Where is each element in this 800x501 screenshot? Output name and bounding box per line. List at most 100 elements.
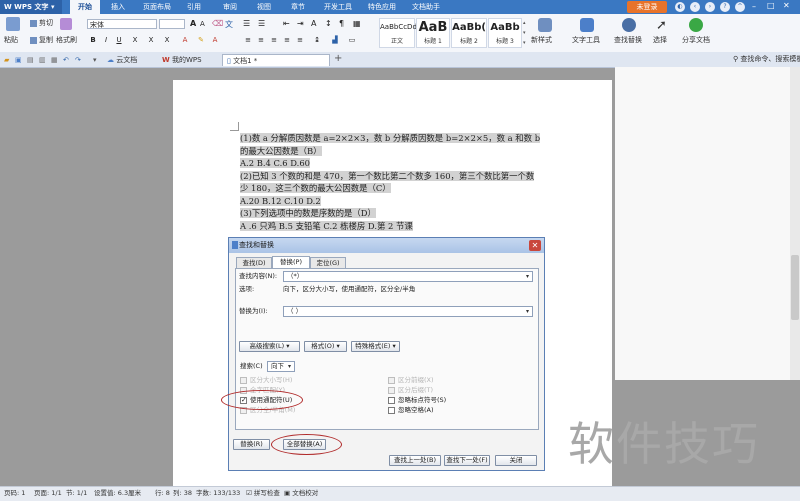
forward-icon[interactable]: ›: [705, 2, 715, 12]
advanced-search-button[interactable]: 高级搜索(L) ▾: [239, 341, 300, 352]
help-icon[interactable]: ?: [720, 2, 730, 12]
style-heading-3[interactable]: AaBb 标题 3: [488, 18, 522, 48]
style-heading-2[interactable]: AaBb(标题 2: [451, 18, 487, 48]
collapse-icon[interactable]: ^: [735, 2, 745, 12]
cut-button[interactable]: 剪切: [30, 18, 53, 28]
tab-cloud-docs[interactable]: ☁ 云文档: [103, 54, 153, 66]
style-heading-1[interactable]: AaB 标题 1: [416, 18, 450, 48]
save-icon[interactable]: ▣: [15, 56, 22, 64]
justify-icon[interactable]: ≡: [282, 35, 292, 45]
font-size-select[interactable]: [159, 19, 185, 29]
format-button[interactable]: 格式(O) ▾: [304, 341, 347, 352]
copy-button[interactable]: 复制: [30, 35, 53, 45]
share-doc-button[interactable]: 分享文档: [682, 35, 710, 45]
strikethrough-button[interactable]: X: [130, 35, 140, 45]
format-painter-icon[interactable]: [60, 18, 72, 30]
back-icon[interactable]: ‹: [690, 2, 700, 12]
login-button[interactable]: 未登录: [627, 1, 667, 13]
special-format-button[interactable]: 特殊格式(E) ▾: [351, 341, 400, 352]
ignore-space-checkbox[interactable]: [388, 407, 395, 414]
font-name-select[interactable]: 宋体: [87, 19, 157, 29]
new-style-icon[interactable]: [538, 18, 552, 32]
tab-review[interactable]: 审阅: [216, 0, 244, 14]
cursor-select-icon[interactable]: ➚: [656, 18, 667, 33]
tab-doc-assistant[interactable]: 文档助手: [406, 0, 446, 14]
tab-page-layout[interactable]: 页面布局: [138, 0, 176, 14]
tab-find[interactable]: 查找(D): [236, 257, 272, 268]
align-center-icon[interactable]: ≡: [256, 35, 266, 45]
paste-icon[interactable]: [6, 17, 20, 31]
style-scroll-icon[interactable]: ▴ ▾ ▾: [523, 18, 528, 48]
shading-icon[interactable]: ▟: [330, 35, 340, 45]
ignore-punct-checkbox[interactable]: [388, 397, 395, 404]
share-icon[interactable]: [689, 18, 703, 32]
match-prefix-checkbox[interactable]: [388, 377, 395, 384]
bullets-icon[interactable]: ☰: [243, 19, 250, 28]
tab-goto[interactable]: 定位(G): [310, 257, 346, 268]
text-effect-button[interactable]: A: [210, 35, 220, 45]
new-style-button[interactable]: 新样式: [531, 35, 552, 45]
doc-line[interactable]: (3)下列选项中的数是序数的是（D）: [240, 207, 376, 220]
vertical-scrollbar[interactable]: [790, 67, 800, 380]
align-left-icon[interactable]: ≡: [243, 35, 253, 45]
match-case-checkbox[interactable]: [240, 377, 247, 384]
tab-developer[interactable]: 开发工具: [320, 0, 356, 14]
tab-home[interactable]: 开始: [70, 0, 100, 14]
replace-input[interactable]: （ ） ▾: [283, 306, 533, 317]
scrollbar-thumb[interactable]: [791, 255, 799, 320]
replace-button[interactable]: 替换(R): [233, 439, 270, 450]
tab-insert[interactable]: 插入: [104, 0, 132, 14]
tab-references[interactable]: 引用: [180, 0, 208, 14]
minimize-icon[interactable]: –: [752, 2, 756, 11]
close-button[interactable]: 关闭: [495, 455, 537, 466]
find-previous-button[interactable]: 查找上一处(B): [389, 455, 441, 466]
border-bottom-icon[interactable]: ▭: [347, 35, 357, 45]
doc-line[interactable]: A.2 B.4 C.6 D.60: [240, 157, 311, 170]
find-input[interactable]: （*） ▾: [283, 271, 533, 282]
doc-line[interactable]: A.20 B.12 C.10 D.2: [240, 195, 321, 208]
text-tools-button[interactable]: 文字工具: [572, 35, 600, 45]
find-next-button[interactable]: 查找下一处(F): [444, 455, 490, 466]
tab-document-1[interactable]: ▯ 文档1 *: [222, 54, 330, 66]
show-marks-icon[interactable]: ¶: [339, 19, 344, 28]
spell-check-button[interactable]: ☑ 拼写检查: [246, 488, 280, 498]
format-painter-button[interactable]: 格式刷: [56, 35, 77, 45]
tab-my-wps[interactable]: W 我的WPS: [158, 54, 218, 66]
match-suffix-checkbox[interactable]: [388, 387, 395, 394]
export-pdf-icon[interactable]: ▦: [51, 56, 58, 64]
find-replace-icon[interactable]: [622, 18, 636, 32]
italic-button[interactable]: I: [101, 35, 111, 45]
pinyin-icon[interactable]: 文: [225, 19, 233, 30]
numbering-icon[interactable]: ☰: [258, 19, 265, 28]
select-button[interactable]: 选择: [653, 35, 667, 45]
doc-line[interactable]: 少 180，这三个数的最大公因数是（C）: [240, 182, 391, 195]
dialog-title[interactable]: 查找和替换: [229, 238, 544, 253]
new-tab-button[interactable]: +: [334, 53, 342, 64]
skin-icon[interactable]: ◐: [675, 2, 685, 12]
tab-view[interactable]: 视图: [250, 0, 278, 14]
doc-line[interactable]: (1)数 a 分解质因数是 a=2×2×3，数 b 分解质因数是 b=2×2×5…: [240, 132, 541, 145]
print-icon[interactable]: ▤: [27, 56, 34, 64]
undo-icon[interactable]: ↶: [63, 56, 69, 64]
maximize-icon[interactable]: □: [767, 1, 775, 10]
redo-icon[interactable]: ↷: [75, 56, 81, 64]
grow-font-button[interactable]: A: [190, 19, 196, 28]
distribute-icon[interactable]: ≡: [295, 35, 305, 45]
open-folder-icon[interactable]: ▰: [4, 56, 9, 64]
quick-access-dropdown-icon[interactable]: ▾: [93, 56, 97, 64]
text-tools-icon[interactable]: [580, 18, 594, 32]
highlight-button[interactable]: ✎: [196, 35, 206, 45]
align-right-icon[interactable]: ≡: [269, 35, 279, 45]
doc-line[interactable]: A .6 只鸡 B.5 支铅笔 C.2 栋楼房 D.第 2 节课: [240, 220, 413, 233]
chevron-down-icon[interactable]: ▾: [523, 272, 532, 281]
shrink-font-button[interactable]: A: [200, 20, 205, 28]
paste-button[interactable]: 粘贴: [4, 35, 18, 45]
find-replace-button[interactable]: 查找替换: [614, 35, 642, 45]
dialog-close-button[interactable]: ✕: [529, 240, 541, 251]
search-direction-select[interactable]: 向下 ▾: [267, 361, 295, 372]
underline-button[interactable]: U: [114, 35, 124, 45]
subscript-button[interactable]: X: [162, 35, 172, 45]
doc-line[interactable]: 的最大公因数是（B）: [240, 145, 322, 158]
chevron-down-icon[interactable]: ▾: [523, 307, 532, 316]
chinese-layout-icon[interactable]: A: [311, 19, 316, 28]
